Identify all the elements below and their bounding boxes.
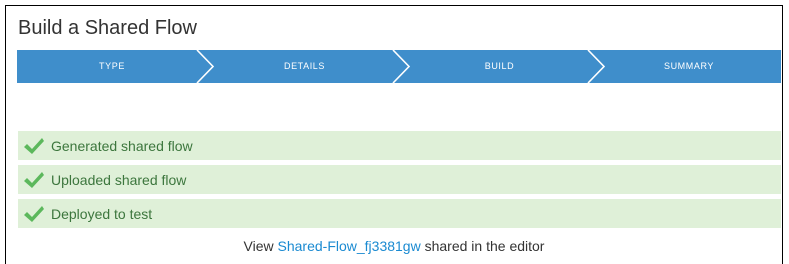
footer-prefix: View	[243, 238, 274, 254]
status-row-generated: Generated shared flow	[18, 131, 781, 160]
check-icon	[24, 205, 44, 222]
wizard-progress-bar: TYPE DETAILS BUILD SUMMARY	[17, 50, 781, 83]
wizard-step-details: DETAILS	[283, 61, 326, 71]
wizard-step-type: TYPE	[99, 61, 125, 71]
status-row-deployed: Deployed to test	[18, 199, 781, 228]
wizard-step-build: BUILD	[484, 61, 515, 71]
status-label: Generated shared flow	[51, 137, 193, 154]
status-label: Uploaded shared flow	[51, 171, 187, 188]
status-row-uploaded: Uploaded shared flow	[18, 165, 781, 194]
wizard-step-summary: SUMMARY	[663, 61, 715, 71]
check-icon	[24, 137, 44, 154]
view-in-editor-message: View Shared-Flow_fj3381gw shared in the …	[6, 238, 782, 254]
page-title: Build a Shared Flow	[18, 17, 197, 39]
check-icon	[24, 171, 44, 188]
build-shared-flow-panel: Build a Shared Flow TYPE DETAILS BUILD S…	[5, 5, 783, 264]
status-label: Deployed to test	[51, 205, 153, 222]
shared-flow-link[interactable]: Shared-Flow_fj3381gw	[278, 238, 421, 254]
footer-suffix: shared in the editor	[424, 238, 545, 254]
